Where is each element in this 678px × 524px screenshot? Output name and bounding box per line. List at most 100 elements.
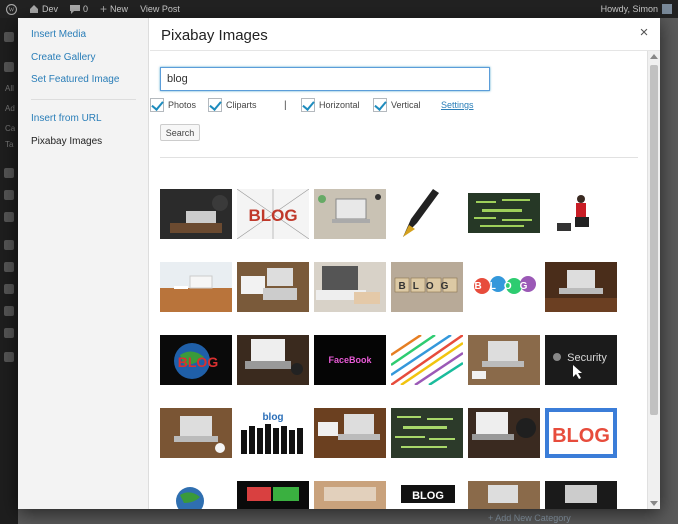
checkbox-checked-icon[interactable] [208, 98, 222, 112]
thumb-text: Security [567, 352, 607, 364]
thumb-text: BLOG [475, 281, 536, 292]
checkbox-checked-icon[interactable] [150, 98, 164, 112]
result-thumbnail[interactable]: FaceBook [314, 335, 386, 385]
users-icon [4, 284, 14, 294]
pin-icon [4, 62, 14, 72]
menu-item-create-gallery[interactable]: Create Gallery [31, 52, 95, 63]
menu-item-set-featured-image[interactable]: Set Featured Image [31, 74, 119, 85]
horizontal-checkbox[interactable]: Horizontal [301, 98, 360, 112]
comments-link[interactable]: 0 [64, 0, 94, 18]
thumb-text: BLOG [178, 354, 219, 370]
search-button[interactable]: Search [160, 124, 200, 141]
menu-item-pixabay-images[interactable]: Pixabay Images [31, 136, 102, 147]
result-thumbnail[interactable] [314, 481, 386, 509]
media-modal-menu: Insert Media Create Gallery Set Featured… [18, 18, 149, 509]
settings-link[interactable]: Settings [441, 100, 474, 110]
cliparts-label: Cliparts [226, 100, 257, 110]
home-icon [30, 5, 38, 13]
result-thumbnail[interactable] [314, 408, 386, 458]
result-thumbnail[interactable] [237, 262, 309, 312]
media-icon [4, 168, 14, 178]
thumb-text: blog [262, 412, 283, 423]
result-thumbnail[interactable] [160, 189, 232, 239]
result-thumbnail[interactable] [160, 481, 232, 509]
result-thumbnail[interactable]: BLOG [545, 408, 617, 458]
settings-icon [4, 328, 14, 338]
close-icon[interactable]: × [637, 25, 651, 40]
comments-count: 0 [83, 4, 89, 14]
new-label: New [110, 4, 129, 14]
tools-icon [4, 306, 14, 316]
thumb-text: FaceBook [328, 355, 372, 365]
svg-text:W: W [9, 7, 15, 13]
thumb-text: BLOG [552, 425, 610, 447]
result-thumbnail[interactable] [468, 481, 540, 509]
menu-item-insert-media[interactable]: Insert Media [31, 29, 86, 40]
content-scrollbar[interactable] [647, 51, 660, 509]
vertical-label: Vertical [391, 100, 421, 110]
result-thumbnail[interactable] [237, 335, 309, 385]
result-thumbnail[interactable]: BLOG [237, 189, 309, 239]
scroll-down-arrow-icon[interactable] [650, 501, 658, 506]
plus-icon: + [100, 2, 108, 16]
result-thumbnail[interactable] [545, 189, 617, 239]
add-new-category-link: + Add New Category [488, 513, 571, 523]
result-thumbnail[interactable] [468, 335, 540, 385]
modal-title: Pixabay Images [161, 27, 268, 44]
result-thumbnail[interactable] [545, 262, 617, 312]
appearance-icon [4, 240, 14, 250]
view-post-link[interactable]: View Post [134, 0, 186, 18]
site-name: Dev [42, 4, 59, 14]
menu-separator [31, 99, 136, 100]
checkbox-checked-icon[interactable] [301, 98, 315, 112]
result-thumbnail[interactable] [391, 335, 463, 385]
new-content-link[interactable]: + New [94, 0, 134, 18]
svg-text:BLOG: BLOG [412, 490, 444, 502]
result-thumbnail[interactable] [468, 408, 540, 458]
result-thumbnail[interactable] [160, 262, 232, 312]
result-thumbnail[interactable] [545, 481, 617, 509]
scrollbar-thumb[interactable] [650, 65, 658, 415]
search-input[interactable] [160, 67, 490, 91]
result-thumbnail[interactable] [391, 189, 463, 239]
result-thumbnail[interactable] [314, 262, 386, 312]
menu-label-partial: Ca [5, 124, 16, 133]
view-post-label: View Post [140, 4, 180, 14]
menu-item-insert-from-url[interactable]: Insert from URL [31, 113, 102, 124]
result-thumbnail[interactable] [314, 189, 386, 239]
photos-checkbox[interactable]: Photos [150, 98, 196, 112]
result-thumbnail[interactable] [160, 408, 232, 458]
vertical-checkbox[interactable]: Vertical [373, 98, 421, 112]
pages-icon [4, 190, 14, 200]
options-separator: | [284, 100, 287, 111]
scroll-up-arrow-icon[interactable] [650, 54, 658, 59]
collapse-icon [4, 352, 14, 362]
results-divider [160, 157, 638, 158]
site-name-link[interactable]: Dev [23, 0, 64, 18]
result-thumbnail[interactable]: BLOG [391, 481, 463, 509]
admin-bar: W Dev 0 + New View Post Howdy, Simon [0, 0, 678, 18]
dashboard-icon [4, 32, 14, 42]
result-thumbnail[interactable] [391, 408, 463, 458]
thumb-text: BLOG [248, 206, 297, 225]
thumb-text: BLOG [399, 281, 456, 292]
admin-side-menu: All Ad Ca Ta [0, 18, 18, 524]
result-thumbnail[interactable]: BLOG [391, 262, 463, 312]
comments-icon [4, 212, 14, 222]
wordpress-logo-icon[interactable]: W [0, 0, 23, 18]
result-thumbnail[interactable]: Security [545, 335, 617, 385]
result-thumbnail[interactable]: blog [237, 408, 309, 458]
result-thumbnail[interactable]: BLOG [468, 262, 540, 312]
result-thumbnail[interactable]: BLOG [160, 335, 232, 385]
comment-icon [70, 4, 81, 14]
photos-label: Photos [168, 100, 197, 110]
menu-label-partial: Ad [5, 104, 15, 113]
checkbox-checked-icon[interactable] [373, 98, 387, 112]
cliparts-checkbox[interactable]: Cliparts [208, 98, 257, 112]
result-thumbnail[interactable] [237, 481, 309, 509]
plugins-icon [4, 262, 14, 272]
media-modal: Insert Media Create Gallery Set Featured… [18, 18, 660, 509]
account-menu[interactable]: Howdy, Simon [601, 4, 678, 14]
greeting: Howdy, Simon [600, 4, 658, 14]
result-thumbnail[interactable] [468, 189, 540, 239]
